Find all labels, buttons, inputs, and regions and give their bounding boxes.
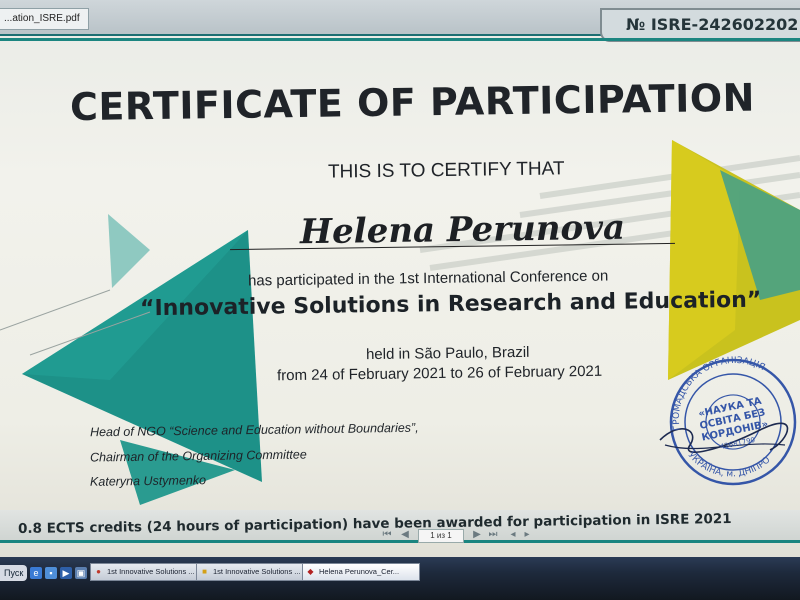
explorer-icon[interactable]: ▣ — [75, 567, 87, 579]
stamp-bottom-text: УКРАЇНА, м. ДНІПРО — [686, 450, 773, 479]
task-label: 1st Innovative Solutions ... — [107, 567, 195, 576]
media-icon[interactable]: ▶ — [60, 567, 72, 579]
start-button[interactable]: Пуск — [0, 565, 28, 581]
back-icon[interactable]: ◂ — [506, 528, 520, 542]
screen: ГРОМАДСЬКА ОРГАНІЗАЦІЯ УКРАЇНА, м. ДНІПР… — [0, 0, 800, 600]
task-label: 1st Innovative Solutions ... — [213, 567, 301, 576]
first-page-icon[interactable]: ⏮ — [380, 528, 394, 542]
ie-icon[interactable]: e — [30, 567, 42, 579]
next-page-icon[interactable]: ▶ — [470, 528, 484, 542]
signatory-name: Kateryna Ustymenko — [89, 473, 207, 489]
last-page-icon[interactable]: ⏭ — [486, 528, 500, 542]
task-label: Helena Perunova_Cer... — [319, 567, 400, 576]
folder-icon: ■ — [202, 567, 207, 576]
certify-line: THIS IS TO CERTIFY THAT — [327, 158, 565, 183]
desktop-icon[interactable]: ▪ — [45, 567, 57, 579]
task-item-3[interactable]: ◆ Helena Perunova_Cer... — [302, 563, 420, 581]
top-divider — [0, 38, 800, 41]
certificate-number: № ISRE-2426022021-0 — [600, 8, 800, 42]
page-navigator: ⏮ ◀ 1 из 1 ▶ ⏭ ◂ ▸ — [380, 528, 570, 544]
file-tab[interactable]: ...ation_ISRE.pdf — [0, 8, 89, 30]
browser-icon: ● — [96, 567, 101, 576]
task-item-1[interactable]: ● 1st Innovative Solutions ... — [90, 563, 208, 581]
forward-icon[interactable]: ▸ — [520, 528, 534, 542]
page-field[interactable]: 1 из 1 — [418, 529, 464, 543]
pdf-icon: ◆ — [307, 567, 314, 576]
svg-text:УКРАЇНА, м. ДНІПРО: УКРАЇНА, м. ДНІПРО — [686, 450, 773, 479]
prev-page-icon[interactable]: ◀ — [398, 528, 412, 542]
held-line: held in São Paulo, Brazil — [365, 343, 530, 364]
task-item-2[interactable]: ■ 1st Innovative Solutions ... — [196, 563, 314, 581]
